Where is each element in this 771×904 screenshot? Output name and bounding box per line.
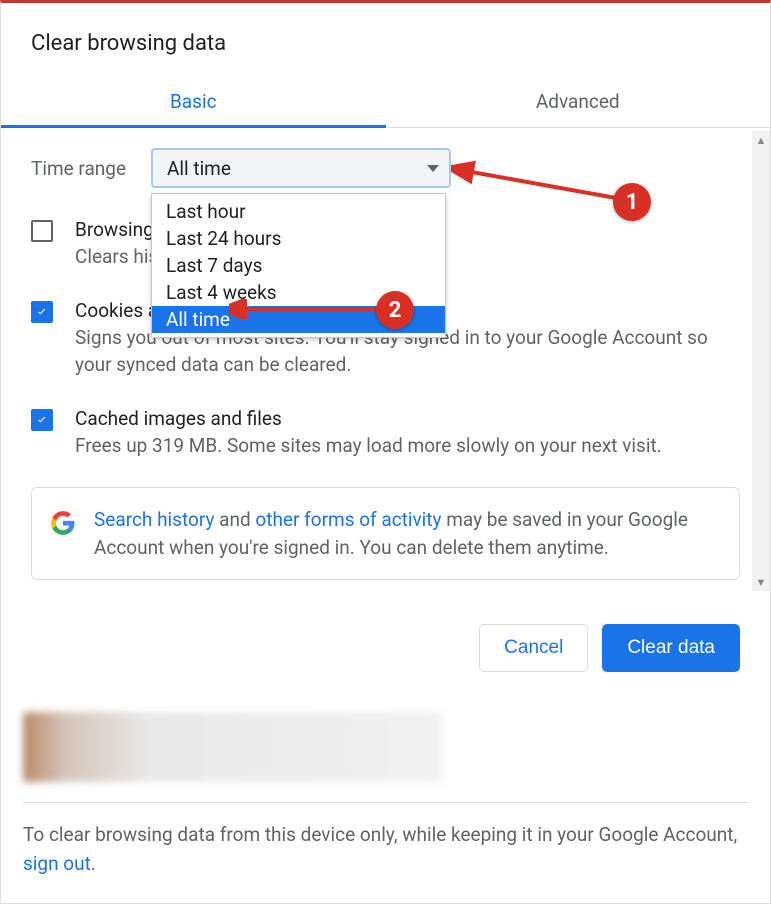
checkbox-cache[interactable] — [31, 409, 53, 431]
sign-out-link[interactable]: sign out — [23, 852, 91, 875]
time-range-row: Time range All time — [31, 148, 740, 188]
dropdown-option[interactable]: Last 7 days — [152, 252, 445, 279]
dropdown-option[interactable]: Last 24 hours — [152, 225, 445, 252]
annotation-badge-1: 1 — [613, 183, 651, 221]
option-desc: Frees up 319 MB. Some sites may load mor… — [75, 432, 740, 460]
cancel-button[interactable]: Cancel — [479, 624, 588, 672]
info-text: Search history and other forms of activi… — [94, 506, 721, 561]
annotation-badge-2: 2 — [376, 291, 414, 329]
tab-basic[interactable]: Basic — [1, 74, 386, 127]
checkbox-cookies[interactable] — [31, 301, 53, 323]
tab-advanced[interactable]: Advanced — [386, 74, 771, 127]
dropdown-option[interactable]: Last hour — [152, 198, 445, 225]
time-range-value: All time — [167, 157, 231, 180]
dialog-title: Clear browsing data — [1, 3, 770, 74]
dialog-footer: Cancel Clear data — [1, 584, 770, 692]
bottom-note: To clear browsing data from this device … — [1, 803, 770, 896]
chevron-down-icon — [427, 165, 439, 172]
option-title: Cached images and files — [75, 407, 740, 430]
tabs: Basic Advanced — [1, 74, 770, 128]
google-account-info: Search history and other forms of activi… — [31, 487, 740, 580]
time-range-select[interactable]: All time — [151, 148, 451, 188]
google-logo-icon — [50, 510, 76, 536]
option-cache: Cached images and files Frees up 319 MB.… — [31, 407, 740, 460]
search-history-link[interactable]: Search history — [94, 508, 214, 531]
blurred-image — [23, 712, 443, 782]
other-activity-link[interactable]: other forms of activity — [255, 508, 441, 531]
clear-data-button[interactable]: Clear data — [602, 624, 740, 672]
checkbox-browsing-history[interactable] — [31, 220, 53, 242]
time-range-label: Time range — [31, 157, 131, 180]
clear-browsing-data-dialog: Clear browsing data Basic Advanced ▲ ▼ T… — [0, 0, 771, 904]
